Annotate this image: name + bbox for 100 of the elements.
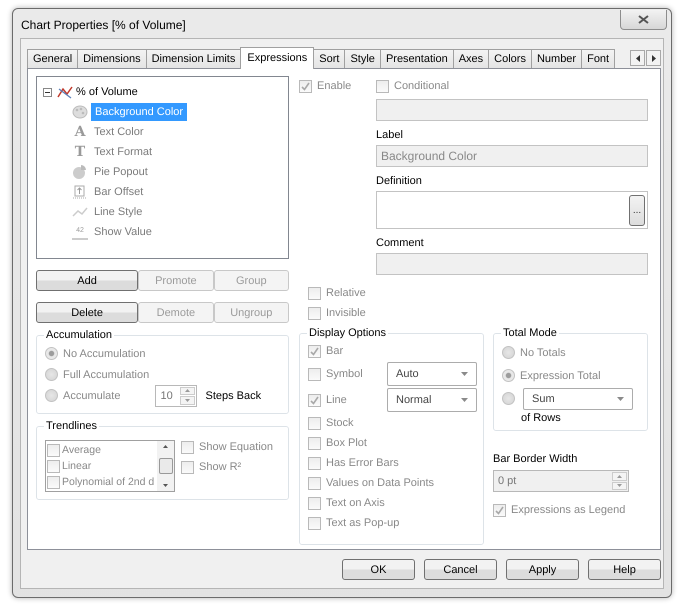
tab[interactable]: Axes <box>452 49 490 68</box>
checkbox[interactable] <box>47 476 60 488</box>
checkbox[interactable] <box>308 476 321 490</box>
radio-button[interactable] <box>45 368 58 381</box>
tree-item[interactable]: Text Format <box>91 143 156 161</box>
arrow-down-icon <box>185 398 190 402</box>
checkbox-label: Conditional <box>394 80 450 92</box>
checkbox[interactable] <box>308 344 321 358</box>
spin-up-button[interactable] <box>180 386 196 395</box>
ellipsis-button[interactable]: ... <box>629 194 645 226</box>
tab[interactable]: Expressions <box>240 47 314 69</box>
checkbox[interactable] <box>308 306 321 320</box>
checkbox[interactable] <box>308 516 321 530</box>
chart-line-icon <box>57 85 73 99</box>
checkbox[interactable] <box>308 436 321 450</box>
checkbox[interactable] <box>308 496 321 510</box>
button[interactable]: Apply <box>506 559 579 580</box>
radio-button[interactable] <box>502 369 515 382</box>
collapse-icon[interactable] <box>43 88 52 96</box>
checkbox-label: Has Error Bars <box>326 457 399 469</box>
tab[interactable]: Colors <box>488 49 532 68</box>
checkbox-label: Enable <box>317 80 352 92</box>
button[interactable]: Cancel <box>424 559 497 580</box>
definition-field[interactable]: ... <box>376 191 648 229</box>
dropdown[interactable]: Sum <box>523 388 633 410</box>
group-title: Trendlines <box>45 420 98 432</box>
window-title: Chart Properties [% of Volume] <box>21 18 186 32</box>
checkbox[interactable] <box>181 460 194 474</box>
tree-item[interactable]: Text Color <box>91 123 147 141</box>
tab[interactable]: General <box>27 49 78 68</box>
tab[interactable]: Presentation <box>380 49 454 68</box>
checkbox[interactable] <box>308 286 321 300</box>
condition-field[interactable] <box>376 99 648 121</box>
button[interactable]: OK <box>342 559 415 580</box>
checkbox-label: Symbol <box>326 368 363 380</box>
radio-button[interactable] <box>45 389 58 402</box>
field-label: Definition <box>376 174 423 188</box>
pie-chart-icon <box>72 165 88 179</box>
checkbox[interactable] <box>376 80 389 92</box>
checkbox[interactable] <box>47 444 60 456</box>
tab[interactable]: Sort <box>313 49 346 68</box>
arrow-right-icon <box>652 54 656 62</box>
tab[interactable]: Number <box>530 49 582 68</box>
dropdown[interactable]: Auto <box>387 362 477 386</box>
button[interactable]: Delete <box>36 302 138 323</box>
checkbox[interactable] <box>308 394 321 406</box>
tree-item[interactable]: Show Value <box>91 223 155 241</box>
checkbox[interactable] <box>47 460 60 472</box>
text-field[interactable] <box>376 253 648 275</box>
spin-up-button[interactable] <box>612 472 627 480</box>
field-label: Bar Border Width <box>493 452 578 466</box>
palette-icon <box>72 105 88 119</box>
tab[interactable]: Font <box>581 49 616 68</box>
scroll-down-icon <box>163 484 168 487</box>
radio-button[interactable] <box>502 392 515 405</box>
scroll-up-icon <box>163 445 168 448</box>
radio-button[interactable] <box>502 346 515 359</box>
radio-label: No Totals <box>520 346 566 358</box>
spin-field-value: 10 <box>159 388 174 404</box>
tree-item[interactable]: % of Volume <box>73 83 141 101</box>
tab[interactable]: Dimensions <box>77 49 147 68</box>
spin-field-value: 0 pt <box>497 474 518 489</box>
checkbox[interactable] <box>493 504 506 516</box>
checkbox[interactable] <box>299 80 312 92</box>
checkbox[interactable] <box>308 456 321 470</box>
checkbox-label: Bar <box>326 345 344 357</box>
spin-down-button[interactable] <box>612 482 627 490</box>
spin-down-button[interactable] <box>180 396 196 404</box>
checkbox-label: Show Equation <box>199 441 273 453</box>
button[interactable]: Help <box>588 559 661 580</box>
tree-item[interactable]: Pie Popout <box>91 163 151 181</box>
tab-scroll-left-button[interactable] <box>630 50 645 66</box>
arrow-down-icon <box>617 484 622 488</box>
caret-icon <box>617 396 624 400</box>
tab-scroll-right-button[interactable] <box>646 50 661 66</box>
checkbox[interactable] <box>181 440 194 454</box>
line-style-icon <box>72 205 88 219</box>
checkbox-label: Text as Pop-up <box>326 517 400 529</box>
checkbox[interactable] <box>308 368 321 380</box>
radio-button[interactable] <box>45 347 58 360</box>
button[interactable]: Add <box>36 270 138 291</box>
scroll-bar[interactable] <box>157 441 174 491</box>
letter-icon: A <box>72 124 88 140</box>
tree-item[interactable]: Line Style <box>91 203 146 221</box>
group-title: Display Options <box>308 327 388 339</box>
radio-label: No Accumulation <box>63 348 146 360</box>
checkbox-label: Values on Data Points <box>326 477 434 489</box>
tab[interactable]: Dimension Limits <box>146 49 242 68</box>
tree-item[interactable]: Bar Offset <box>91 183 146 201</box>
checkbox-label: Box Plot <box>326 437 367 449</box>
checkbox[interactable] <box>308 416 321 430</box>
scroll-thumb[interactable] <box>158 458 172 474</box>
close-button[interactable] <box>620 10 667 30</box>
radio-label: Accumulate <box>63 390 120 402</box>
tab[interactable]: Style <box>344 49 381 68</box>
checkbox-label: Relative <box>326 287 366 299</box>
radio-label: Full Accumulation <box>63 368 150 380</box>
checkbox-label: Linear <box>62 460 92 472</box>
field-label: Label <box>376 128 404 142</box>
dropdown[interactable]: Normal <box>387 388 477 412</box>
